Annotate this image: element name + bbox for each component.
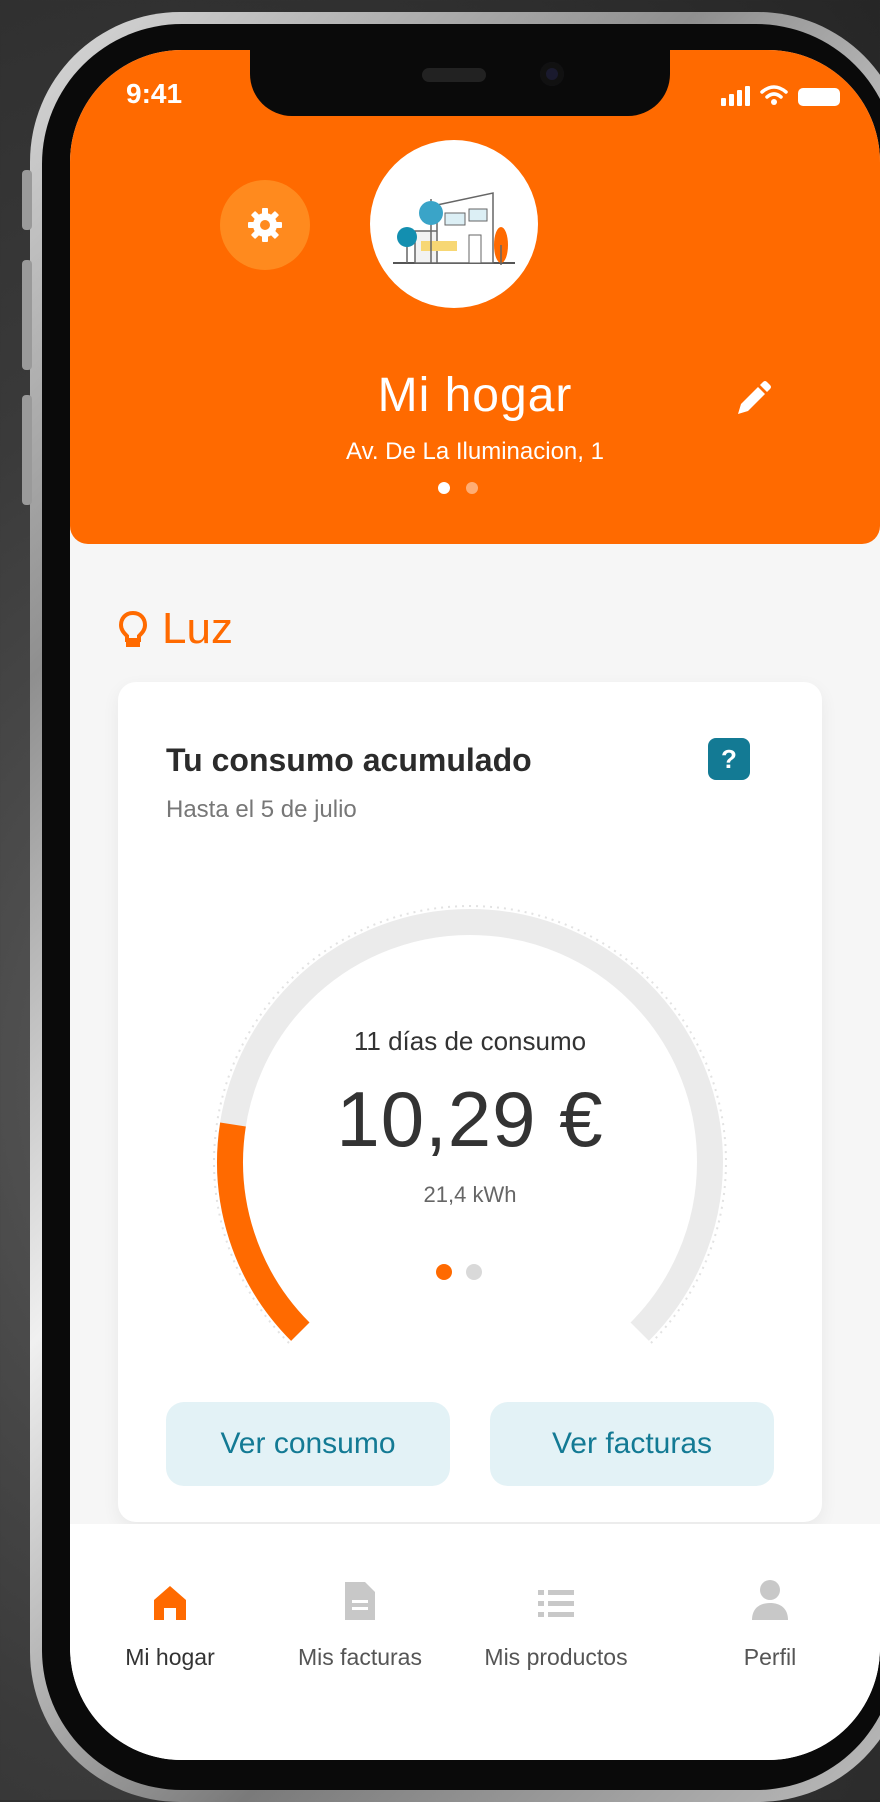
signal-icon — [721, 86, 750, 106]
gauge-energy: 21,4 kWh — [423, 1182, 517, 1207]
header-pager[interactable] — [438, 482, 478, 494]
pager-dot[interactable] — [466, 482, 478, 494]
gear-icon — [248, 208, 282, 242]
card-title: Tu consumo acumulado — [166, 742, 532, 778]
app-screen: 9:41 Mi hogar Av. De La Iluminacion, 1 L… — [70, 50, 880, 1760]
status-icons — [721, 84, 840, 106]
battery-icon — [798, 88, 840, 106]
tab-mis-facturas[interactable]: Mis facturas — [260, 1576, 460, 1671]
tab-perfil[interactable]: Perfil — [670, 1576, 870, 1671]
tab-mi-hogar[interactable]: Mi hogar — [70, 1576, 270, 1671]
bottom-tab-bar: Mi hogar Mis facturas Mis productos Perf… — [70, 1524, 880, 1760]
gauge-days-label: 11 días de consumo — [353, 1026, 587, 1056]
tab-label: Perfil — [743, 1644, 797, 1670]
tab-label: Mis productos — [484, 1644, 628, 1670]
tab-label: Mis facturas — [298, 1644, 422, 1670]
home-icon — [154, 1586, 186, 1620]
section-title: Luz — [118, 604, 233, 654]
pager-dot-active[interactable] — [436, 1264, 452, 1280]
speaker — [422, 68, 486, 82]
side-button — [22, 260, 32, 370]
side-button — [22, 170, 32, 230]
view-consumption-button[interactable]: Ver consumo — [166, 1402, 450, 1486]
pager-dot-active[interactable] — [438, 482, 450, 494]
home-address: Av. De La Iluminacion, 1 — [346, 438, 604, 465]
camera — [540, 62, 564, 86]
house-illustration-icon — [393, 192, 515, 265]
pager-dot[interactable] — [466, 1264, 482, 1280]
card-subtitle: Hasta el 5 de julio — [166, 796, 357, 823]
status-time: 9:41 — [126, 78, 183, 109]
pencil-icon — [738, 381, 771, 414]
section-title-label: Luz — [162, 604, 233, 653]
tab-mis-productos[interactable]: Mis productos — [456, 1576, 656, 1671]
side-button — [22, 395, 32, 505]
person-icon — [752, 1580, 788, 1620]
consumption-card: Tu consumo acumulado Hasta el 5 de julio… — [118, 682, 822, 1522]
gauge-amount: 10,29 € — [336, 1075, 604, 1163]
gauge-pager[interactable] — [436, 1264, 482, 1280]
wifi-icon — [760, 85, 788, 105]
home-avatar[interactable] — [370, 140, 538, 308]
list-icon — [538, 1590, 574, 1617]
home-header: 9:41 Mi hogar Av. De La Iluminacion, 1 — [70, 50, 880, 544]
help-button[interactable]: ? — [708, 738, 750, 780]
tab-label: Mi hogar — [125, 1644, 215, 1670]
notch — [250, 50, 670, 116]
lightbulb-icon — [118, 610, 148, 647]
settings-button[interactable] — [220, 180, 310, 270]
view-invoices-button[interactable]: Ver facturas — [490, 1402, 774, 1486]
edit-button[interactable] — [728, 376, 776, 424]
document-icon — [345, 1582, 375, 1620]
